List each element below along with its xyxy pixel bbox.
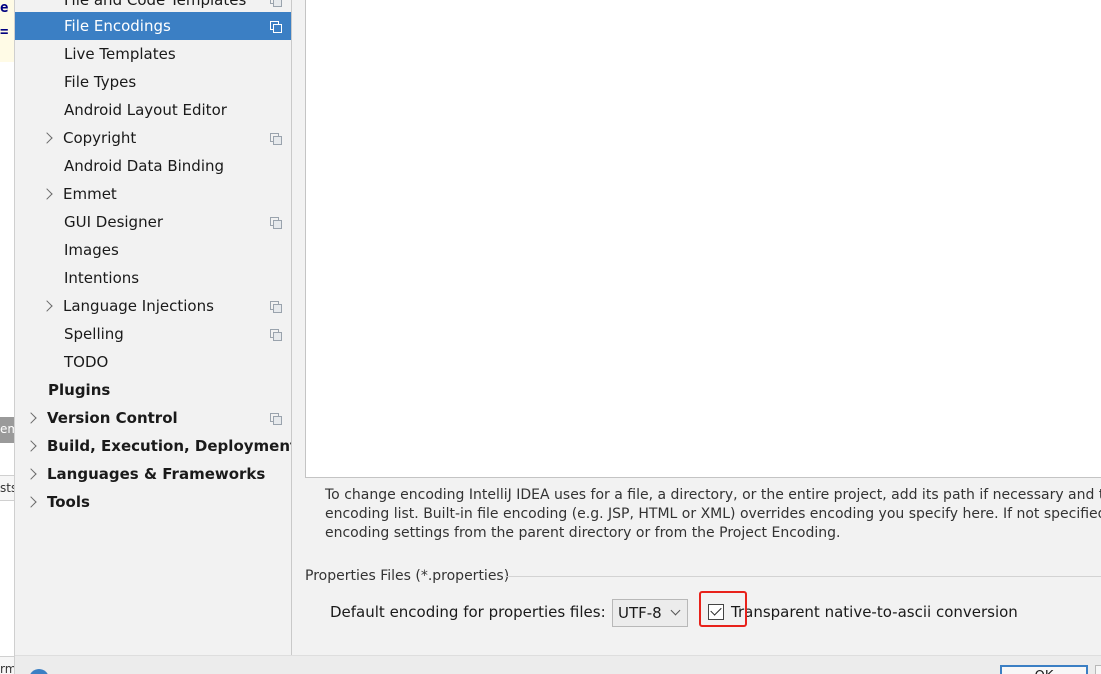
tree-item-gui-designer[interactable]: GUI Designer [15,208,291,236]
cancel-button[interactable] [1095,665,1101,674]
editor-fragment: = [0,24,9,40]
chevron-right-icon[interactable] [41,300,53,312]
tree-item-label: Tools [47,493,90,511]
highlight-annotation-box [699,591,747,627]
tool-window-tab[interactable]: rm [0,656,14,674]
tree-item-label: Language Injections [63,297,214,315]
file-encodings-panel: To change encoding IntelliJ IDEA uses fo… [292,0,1101,655]
settings-tree: File and Code Templates File Encodings L… [15,0,297,655]
chevron-right-icon[interactable] [25,440,37,452]
tree-item-images[interactable]: Images [15,236,291,264]
tree-item-label: Intentions [64,269,140,287]
tree-item-label: Version Control [47,409,178,427]
group-separator [505,576,1101,577]
tree-item-label: File and Code Templates [64,0,247,9]
help-line: encoding settings from the parent direct… [325,525,841,541]
tree-item-live-templates[interactable]: Live Templates [15,40,291,68]
tree-item-label: Android Layout Editor [64,101,227,119]
tool-window-tab[interactable]: em [0,417,14,443]
chevron-right-icon[interactable] [25,496,37,508]
chevron-right-icon[interactable] [41,132,53,144]
tree-item-file-encodings[interactable]: File Encodings [15,12,291,40]
tree-item-android-layout-editor[interactable]: Android Layout Editor [15,96,291,124]
tree-item-label: TODO [64,353,109,371]
help-line: encoding list. Built-in file encoding (e… [325,506,1101,522]
project-scope-icon [270,328,282,341]
tree-item-android-data-binding[interactable]: Android Data Binding [15,152,291,180]
ok-button[interactable]: OK [1000,665,1088,674]
tree-item-label: Images [64,241,119,259]
chevron-down-icon [670,605,681,616]
chevron-right-icon[interactable] [25,468,37,480]
dialog-footer: ? OK [15,655,1101,674]
project-scope-icon [270,20,282,33]
default-encoding-value: UTF-8 [618,604,662,622]
tree-item-plugins[interactable]: Plugins [15,376,291,404]
project-scope-icon [270,216,282,229]
help-button[interactable]: ? [29,669,49,674]
tree-item-language-injections[interactable]: Language Injections [15,292,291,320]
tree-item-label: Android Data Binding [64,157,225,175]
tree-item-copyright[interactable]: Copyright [15,124,291,152]
project-scope-icon [270,412,282,425]
tree-item-label: File Types [64,73,137,91]
tree-item-label: Plugins [48,381,111,399]
properties-group-title: Properties Files (*.properties) [305,568,510,584]
tree-item-label: Languages & Frameworks [47,465,266,483]
project-scope-icon [270,132,282,145]
chevron-right-icon[interactable] [25,412,37,424]
default-encoding-label: Default encoding for properties files: [330,603,606,621]
tree-item-build-execution-deployment[interactable]: Build, Execution, Deployment [15,432,297,460]
help-text: To change encoding IntelliJ IDEA uses fo… [325,486,1101,543]
tree-item-emmet[interactable]: Emmet [15,180,291,208]
tool-window-tab[interactable]: sts [0,475,14,501]
background-editor-strip: e = em sts rm [0,0,15,674]
project-scope-icon [270,300,282,313]
transparent-conversion-label[interactable]: Transparent native-to-ascii conversion [731,603,1018,621]
default-encoding-select[interactable]: UTF-8 [612,599,688,627]
project-scope-icon [270,0,282,7]
tree-item-label: GUI Designer [64,213,163,231]
editor-fragment: e [0,0,9,16]
tree-item-label: Build, Execution, Deployment [47,437,298,455]
tree-item-intentions[interactable]: Intentions [15,264,291,292]
tree-item-label: Spelling [64,325,124,343]
tree-item-label: Live Templates [64,45,176,63]
encoding-mappings-table[interactable] [305,0,1101,478]
tree-item-label: File Encodings [64,17,171,35]
tree-item-label: Copyright [63,129,137,147]
tree-item-version-control[interactable]: Version Control [15,404,291,432]
chevron-right-icon[interactable] [41,188,53,200]
tree-item-todo[interactable]: TODO [15,348,291,376]
tree-item-spelling[interactable]: Spelling [15,320,291,348]
settings-dialog: e = em sts rm File and Code Templates Fi… [0,0,1101,674]
tree-item-languages-frameworks[interactable]: Languages & Frameworks [15,460,291,488]
tree-item-tools[interactable]: Tools [15,488,291,516]
help-line: To change encoding IntelliJ IDEA uses fo… [325,487,1101,503]
tree-item-file-types[interactable]: File Types [15,68,291,96]
tree-item-label: Emmet [63,185,117,203]
